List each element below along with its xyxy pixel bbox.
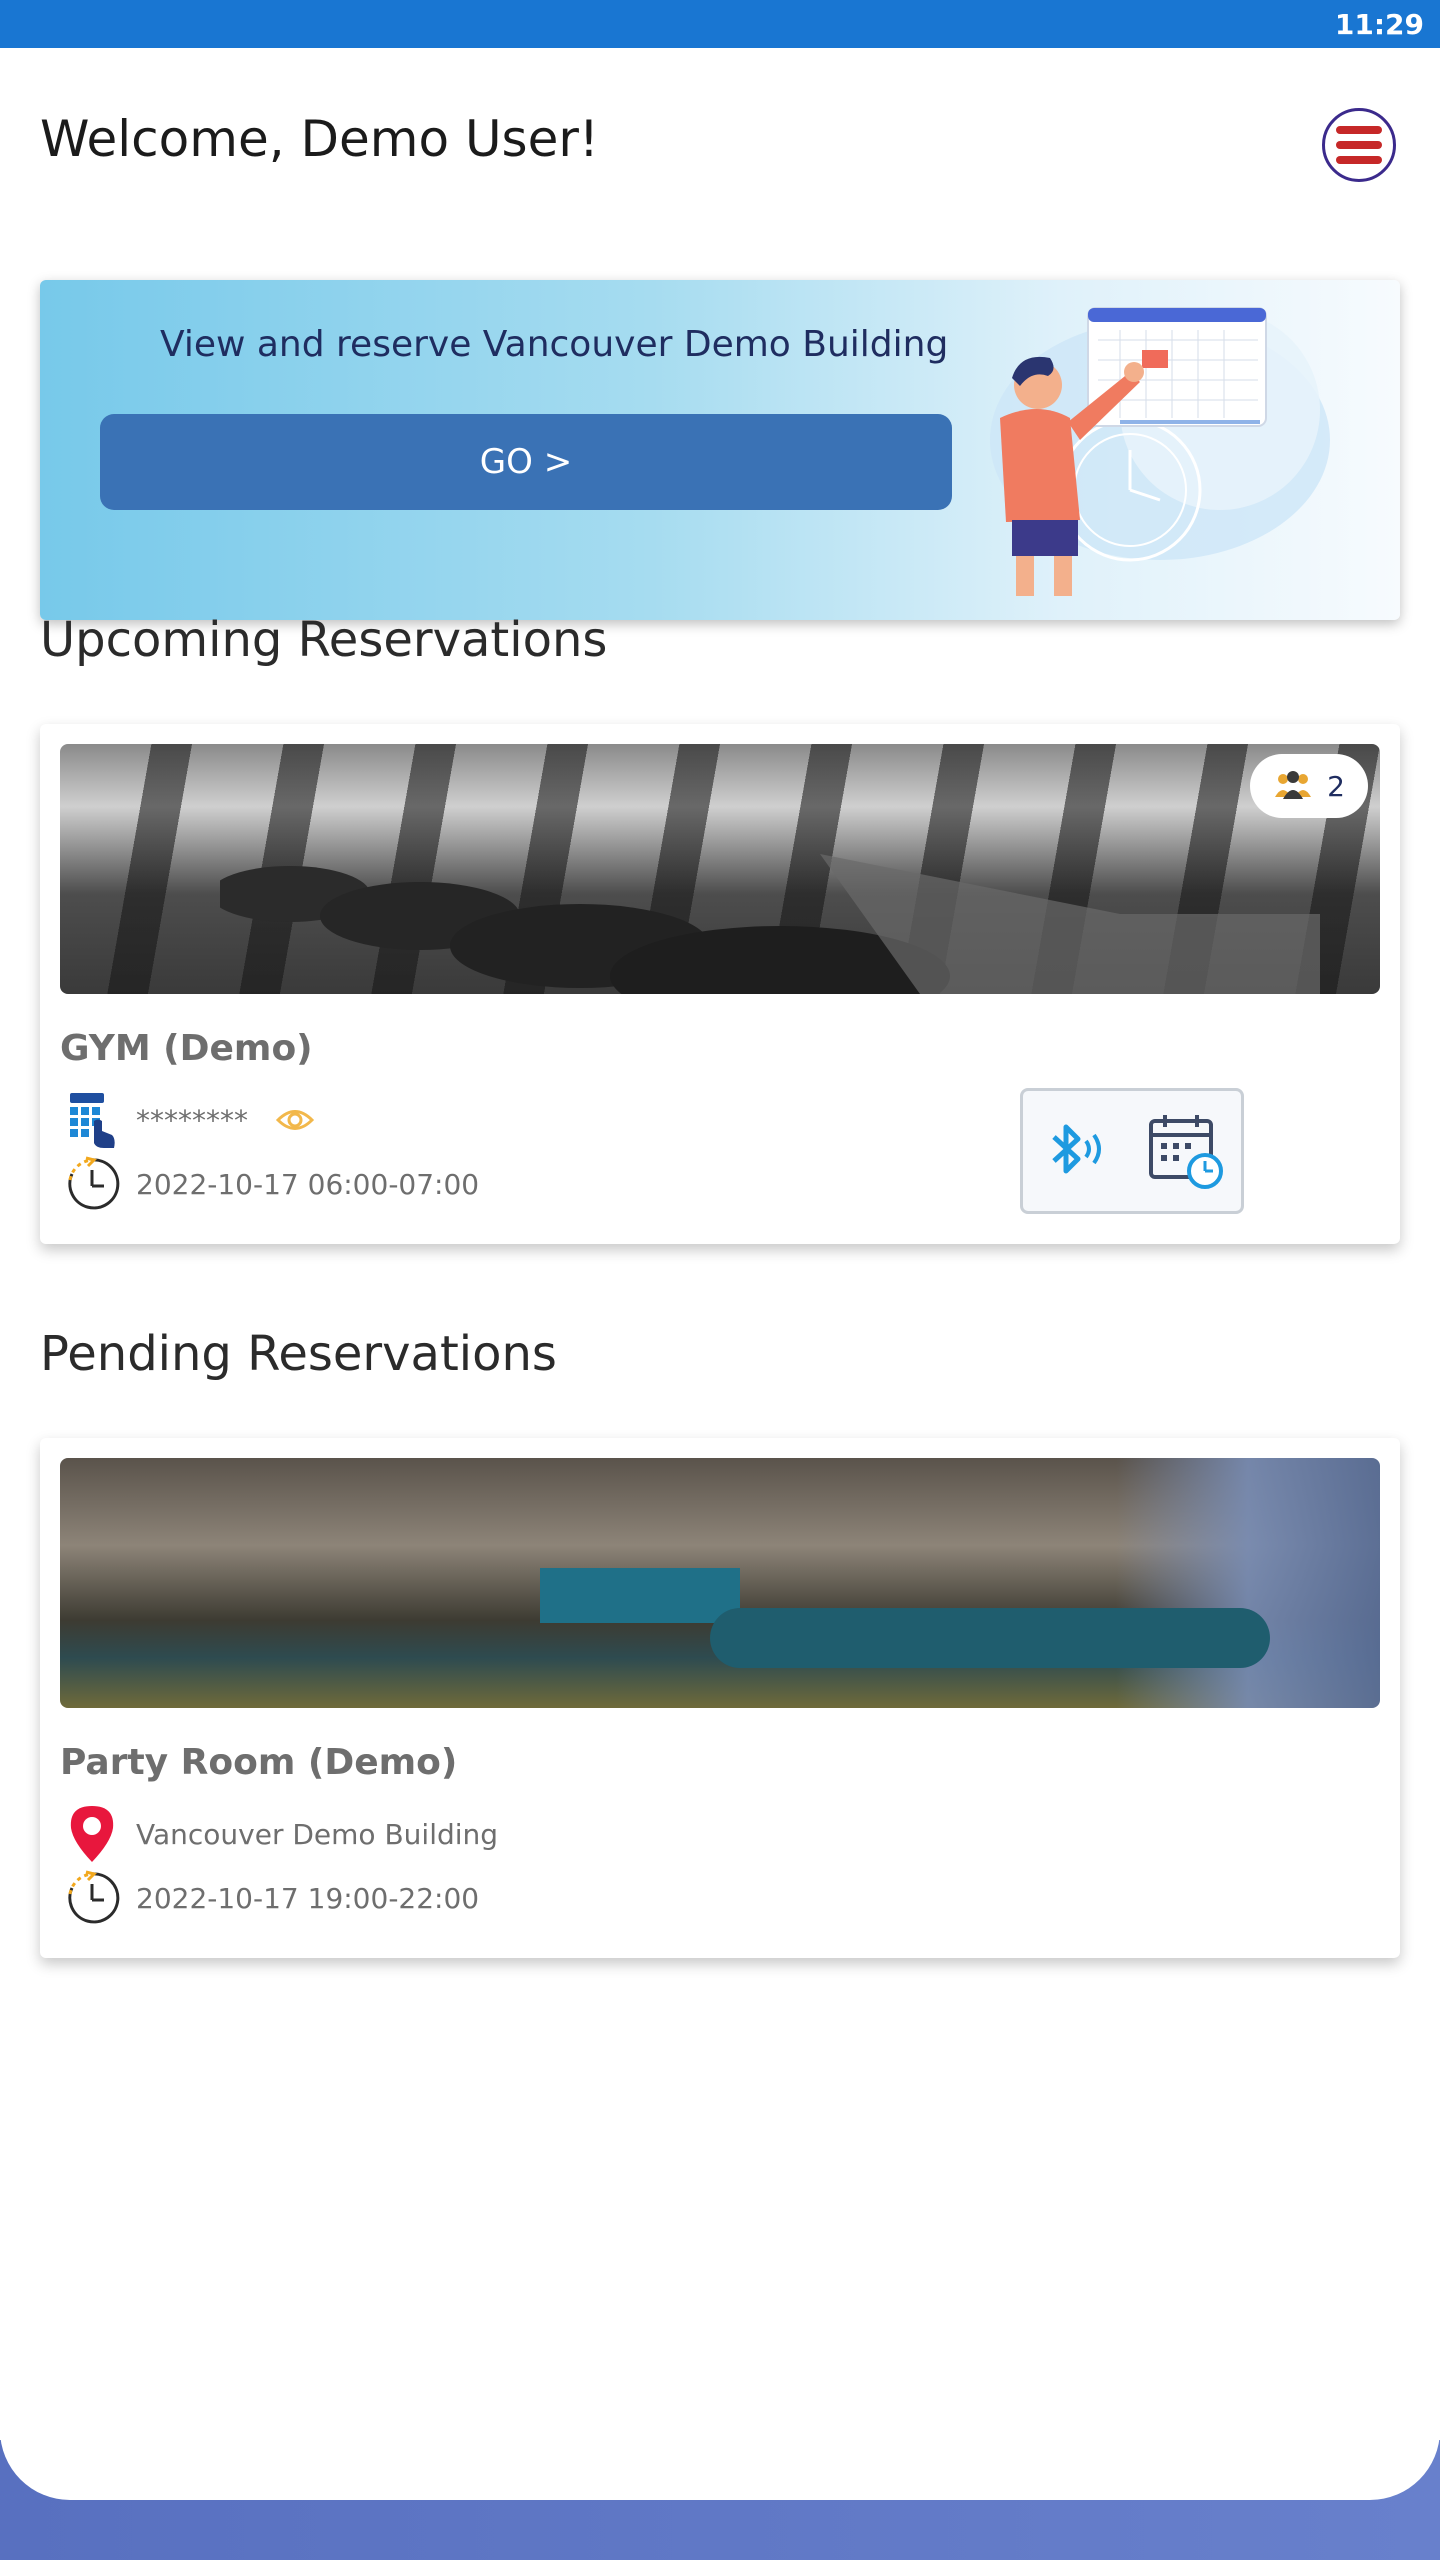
party-room-photo (60, 1458, 1380, 1708)
bluetooth-unlock-icon[interactable] (1036, 1106, 1120, 1196)
access-code-row: ******** (60, 1090, 314, 1150)
welcome-heading: Welcome, Demo User! (40, 110, 599, 168)
upcoming-reservation-card[interactable]: 2 GYM (Demo) ******** 2022-10-17 06:00-0… (40, 724, 1400, 1244)
status-time: 11:29 (1334, 8, 1424, 41)
participants-count: 2 (1327, 769, 1345, 803)
access-code-text: ******** (136, 1103, 248, 1137)
party-time-row: 2022-10-17 19:00-22:00 (60, 1868, 479, 1928)
go-button[interactable]: GO > (100, 414, 952, 510)
status-bar: 11:29 (0, 0, 1440, 48)
clock-icon (60, 1868, 124, 1928)
party-time-text: 2022-10-17 19:00-22:00 (136, 1881, 480, 1915)
hamburger-menu-icon[interactable] (1322, 108, 1396, 182)
pending-reservations-heading: Pending Reservations (40, 1326, 557, 1382)
party-card-name: Party Room (Demo) (60, 1742, 458, 1783)
home-screen: Welcome, Demo User! View and reserve Van… (0, 48, 1440, 2500)
gym-time-row: 2022-10-17 06:00-07:00 (60, 1154, 479, 1214)
keypad-icon (60, 1090, 124, 1150)
gym-photo: 2 (60, 744, 1380, 994)
location-pin-icon (60, 1804, 124, 1864)
reserve-banner: View and reserve Vancouver Demo Building… (40, 280, 1400, 620)
people-icon (1275, 771, 1312, 799)
clock-icon (60, 1154, 124, 1214)
gym-actions (1020, 1088, 1244, 1214)
banner-title: View and reserve Vancouver Demo Building (160, 324, 949, 365)
eye-icon[interactable] (276, 1107, 314, 1133)
gym-machines-graphic (220, 854, 1320, 994)
gym-time-text: 2022-10-17 06:00-07:00 (136, 1167, 480, 1201)
gym-card-name: GYM (Demo) (60, 1028, 313, 1069)
location-row: Vancouver Demo Building (60, 1804, 498, 1864)
location-text: Vancouver Demo Building (136, 1817, 499, 1851)
calendar-schedule-icon[interactable] (1145, 1106, 1229, 1196)
upcoming-reservations-heading: Upcoming Reservations (40, 612, 608, 668)
pending-reservation-card[interactable]: Party Room (Demo) Vancouver Demo Buildin… (40, 1438, 1400, 1958)
calendar-reservation-illustration (990, 307, 1330, 596)
participants-badge[interactable]: 2 (1250, 754, 1368, 818)
